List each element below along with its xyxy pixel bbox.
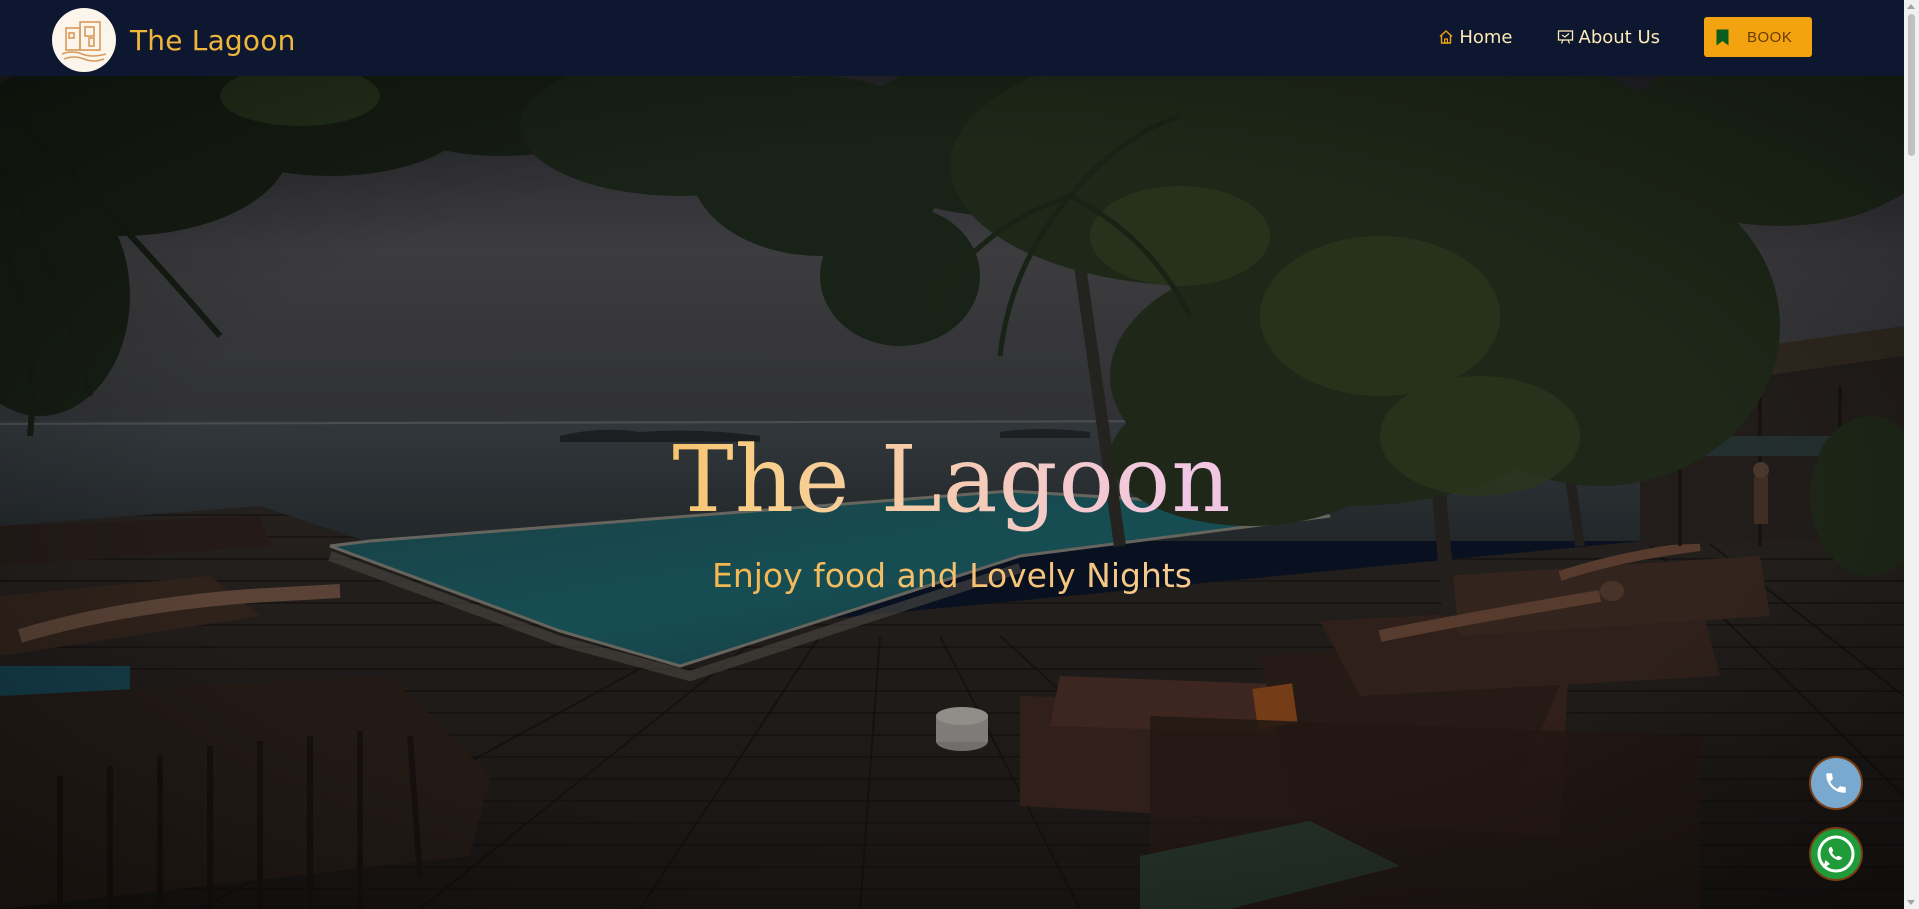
nav-home-label: Home — [1459, 26, 1513, 48]
book-button[interactable]: BOOK — [1704, 17, 1812, 57]
scroll-up-arrow-icon[interactable] — [1907, 4, 1915, 9]
hero-title: The Lagoon — [0, 426, 1904, 533]
whatsapp-button[interactable] — [1811, 829, 1861, 879]
scroll-thumb[interactable] — [1908, 14, 1915, 156]
book-label: BOOK — [1747, 28, 1793, 46]
nav-links: Home About Us BOOK — [1438, 17, 1812, 57]
nav-about-label: About Us — [1578, 26, 1661, 48]
presentation-icon — [1557, 30, 1573, 44]
navbar: The Lagoon Home About Us BOOK — [0, 0, 1904, 76]
hotel-building-logo-icon — [52, 8, 116, 72]
hero-subtitle: Enjoy food and Lovely Nights — [0, 556, 1904, 595]
brand[interactable]: The Lagoon — [52, 8, 296, 72]
scroll-down-arrow-icon[interactable] — [1907, 900, 1915, 905]
call-button[interactable] — [1811, 758, 1861, 808]
whatsapp-icon — [1817, 835, 1855, 873]
house-icon — [1439, 30, 1453, 44]
hero-section: The Lagoon Enjoy food and Lovely Nights — [0, 76, 1904, 909]
nav-about-link[interactable]: About Us — [1557, 26, 1661, 48]
page-scrollbar[interactable] — [1904, 0, 1919, 909]
phone-icon — [1826, 773, 1846, 793]
brand-name: The Lagoon — [130, 23, 296, 57]
bookmark-icon — [1716, 29, 1729, 45]
nav-home-link[interactable]: Home — [1438, 26, 1513, 48]
